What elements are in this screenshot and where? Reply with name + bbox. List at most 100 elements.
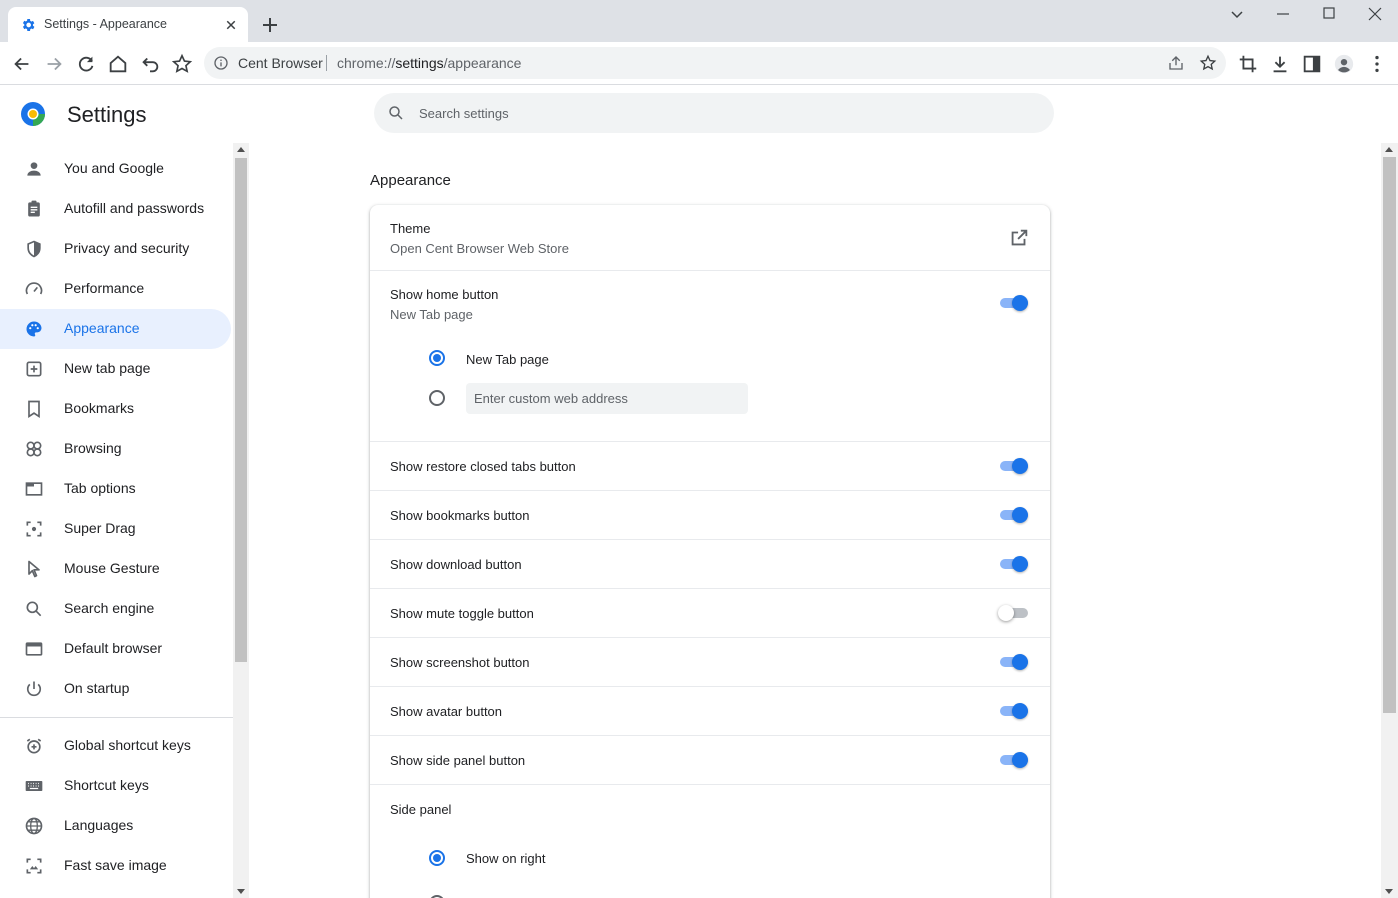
search-icon [26, 601, 42, 617]
radio-show-on-right[interactable] [429, 850, 445, 866]
sidebar-item-label: You and Google [64, 160, 164, 176]
sidebar-scrollbar-thumb[interactable] [235, 158, 247, 662]
toggle-label: Show restore closed tabs button [390, 459, 576, 474]
tab-icon [25, 482, 43, 496]
omnibox[interactable]: Cent Browser chrome://settings/appearanc… [204, 47, 1226, 79]
home-button-toggle[interactable] [998, 293, 1032, 313]
sidebar-item-autofill[interactable]: Autofill and passwords [0, 189, 231, 229]
tab-title: Settings - Appearance [44, 17, 167, 31]
search-input[interactable] [419, 103, 1019, 123]
new-tab-plus-icon[interactable] [258, 13, 282, 37]
side-panel-button-toggle[interactable] [998, 750, 1032, 770]
back-arrow-icon[interactable] [11, 53, 33, 75]
sidebar-item-label: Privacy and security [64, 240, 190, 256]
scroll-up-arrow-icon[interactable] [237, 147, 245, 152]
screenshot-button-toggle[interactable] [998, 652, 1032, 672]
scroll-down-arrow-icon[interactable] [1385, 889, 1393, 894]
tab-strip: Settings - Appearance [0, 0, 1398, 42]
side-panel-icon[interactable] [1301, 53, 1323, 75]
toggle-label: Show avatar button [390, 704, 503, 719]
sidebar-item-languages[interactable]: Languages [0, 806, 231, 846]
toggle-label: Show mute toggle button [390, 606, 534, 621]
avatar-button-toggle[interactable] [998, 701, 1032, 721]
sidebar-item-global-shortcut-keys[interactable]: Global shortcut keys [0, 726, 231, 766]
browsing-icon [26, 441, 42, 457]
theme-sublabel: Open Cent Browser Web Store [390, 241, 569, 256]
sidebar-item-new-tab-page[interactable]: New tab page [0, 349, 231, 389]
cent-browser-logo-icon [21, 102, 45, 126]
sidebar-item-mouse-gesture[interactable]: Mouse Gesture [0, 549, 231, 589]
sidebar-item-performance[interactable]: Performance [0, 269, 231, 309]
sidebar-item-super-drag[interactable]: Super Drag [0, 509, 231, 549]
cursor-icon [28, 560, 40, 578]
sidebar-item-privacy[interactable]: Privacy and security [0, 229, 231, 269]
active-tab[interactable]: Settings - Appearance [8, 7, 248, 42]
sidebar-item-browsing[interactable]: Browsing [0, 429, 231, 469]
toggle-row-download: Show download button [370, 539, 1050, 588]
scroll-up-arrow-icon[interactable] [1385, 147, 1393, 152]
sidebar-item-label: Mouse Gesture [64, 560, 160, 576]
omnibox-site-name: Cent Browser [238, 55, 323, 71]
restore-closed-tabs-toggle[interactable] [998, 456, 1032, 476]
sidebar-item-search-engine[interactable]: Search engine [0, 589, 231, 629]
toggle-row-screenshot: Show screenshot button [370, 637, 1050, 686]
sidebar-item-fast-save-image[interactable]: Fast save image [0, 846, 231, 886]
download-icon[interactable] [1269, 53, 1291, 75]
main-scrollbar-thumb[interactable] [1383, 157, 1396, 713]
keyboard-icon [25, 781, 43, 791]
forward-arrow-icon[interactable] [43, 53, 65, 75]
power-icon [26, 681, 42, 697]
bookmark-star-icon[interactable] [171, 53, 193, 75]
search-icon [389, 106, 403, 120]
sidebar-item-label: Search engine [64, 600, 155, 616]
main-scrollbar[interactable] [1381, 143, 1398, 898]
sidebar-item-label: Fast save image [64, 857, 167, 873]
side-panel-row: Side panel Show on right [370, 784, 1050, 898]
url-path: /appearance [443, 55, 522, 71]
palette-icon [26, 321, 42, 337]
avatar-icon[interactable] [1333, 53, 1355, 75]
sidebar-item-label: Performance [64, 280, 145, 296]
window-close-icon[interactable] [1363, 4, 1387, 24]
site-info-icon[interactable] [213, 55, 229, 71]
close-tab-icon[interactable] [222, 16, 240, 34]
radio-custom-address[interactable] [429, 390, 445, 406]
sidebar-item-tab-options[interactable]: Tab options [0, 469, 231, 509]
toggle-row-restore-closed-tabs: Show restore closed tabs button [370, 441, 1050, 490]
appearance-card: Theme Open Cent Browser Web Store Show h… [370, 205, 1050, 898]
theme-row[interactable]: Theme Open Cent Browser Web Store [370, 205, 1050, 270]
omnibox-url[interactable]: chrome://settings/appearance [337, 55, 521, 71]
screenshot-crop-icon[interactable] [1237, 53, 1259, 75]
scroll-down-arrow-icon[interactable] [237, 889, 245, 894]
more-menu-icon[interactable] [1366, 53, 1388, 75]
restore-closed-tab-icon[interactable] [139, 53, 161, 75]
shield-icon [27, 240, 41, 258]
sidebar-item-bookmarks[interactable]: Bookmarks [0, 389, 231, 429]
new-tab-icon [26, 361, 42, 377]
mute-toggle-button-toggle[interactable] [998, 603, 1032, 623]
bookmark-page-star-icon[interactable] [1199, 54, 1217, 72]
sidebar-item-label: Default browser [64, 640, 163, 656]
download-button-toggle[interactable] [998, 554, 1032, 574]
reload-icon[interactable] [75, 53, 97, 75]
sidebar-item-you-and-google[interactable]: You and Google [0, 149, 231, 189]
bookmarks-button-toggle[interactable] [998, 505, 1032, 525]
radio-new-tab-page[interactable] [429, 350, 445, 366]
sidebar-item-shortcut-keys[interactable]: Shortcut keys [0, 766, 231, 806]
sidebar-item-appearance[interactable]: Appearance [0, 309, 231, 349]
custom-address-input[interactable] [466, 383, 748, 414]
sidebar-scrollbar[interactable] [233, 143, 249, 898]
minimize-icon[interactable] [1271, 4, 1295, 24]
maximize-icon[interactable] [1317, 4, 1341, 24]
sidebar-item-on-startup[interactable]: On startup [0, 669, 231, 709]
gear-icon [22, 19, 35, 31]
theme-label: Theme [390, 221, 431, 236]
home-icon[interactable] [107, 53, 129, 75]
page-title: Settings [67, 102, 147, 127]
settings-search[interactable] [374, 93, 1054, 133]
sidebar-item-default-browser[interactable]: Default browser [0, 629, 231, 669]
external-link-icon[interactable] [1008, 227, 1030, 249]
radio-show-on-right-label: Show on right [466, 851, 546, 866]
share-icon[interactable] [1167, 54, 1185, 72]
tab-search-chevron-icon[interactable] [1225, 4, 1249, 24]
